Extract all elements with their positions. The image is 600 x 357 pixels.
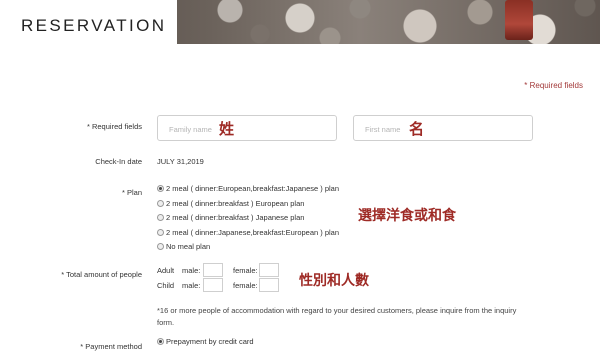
people-annotation: 性別和人數 xyxy=(299,273,369,289)
first-name-placeholder: First name xyxy=(365,125,401,134)
adult-label: Adult xyxy=(157,266,175,275)
radio-icon[interactable] xyxy=(157,243,164,250)
child-label: Child xyxy=(157,281,175,290)
plan-option-label: No meal plan xyxy=(166,242,211,251)
radio-icon[interactable] xyxy=(157,200,164,207)
plan-option[interactable]: 2 meal ( dinner:European,breakfast:Japan… xyxy=(157,184,339,193)
payment-option-label: Prepayment by credit card xyxy=(166,337,254,346)
radio-icon[interactable] xyxy=(157,185,164,192)
family-name-annotation: 姓 xyxy=(219,120,235,138)
adult-male-input[interactable] xyxy=(203,263,223,277)
child-female-input[interactable] xyxy=(259,278,279,292)
adult-female-label: female: xyxy=(233,266,258,275)
plan-option[interactable]: 2 meal ( dinner:Japanese,breakfast:Europ… xyxy=(157,228,339,237)
family-name-input[interactable]: Family name xyxy=(157,115,337,141)
checkin-label: Check-In date xyxy=(95,157,142,166)
plan-option-label: 2 meal ( dinner:Japanese,breakfast:Europ… xyxy=(166,228,340,237)
child-male-input[interactable] xyxy=(203,278,223,292)
plan-option-label: 2 meal ( dinner:breakfast ) European pla… xyxy=(166,199,305,208)
plan-option[interactable]: No meal plan xyxy=(157,242,210,251)
child-male-label: male: xyxy=(182,281,201,290)
required-fields-note: * Required fields xyxy=(524,81,583,90)
family-name-placeholder: Family name xyxy=(169,125,212,134)
title-box: RESERVATION xyxy=(0,0,177,44)
payment-option[interactable]: Prepayment by credit card xyxy=(157,337,254,346)
page-title: RESERVATION xyxy=(21,16,167,35)
child-female-label: female: xyxy=(233,281,258,290)
plan-option-label: 2 meal ( dinner:breakfast ) Japanese pla… xyxy=(166,213,305,222)
radio-icon[interactable] xyxy=(157,214,164,221)
radio-icon[interactable] xyxy=(157,338,164,345)
plan-annotation: 選擇洋食或和食 xyxy=(358,208,456,224)
adult-female-input[interactable] xyxy=(259,263,279,277)
plan-option[interactable]: 2 meal ( dinner:breakfast ) European pla… xyxy=(157,199,304,208)
adult-male-label: male: xyxy=(182,266,201,275)
people-label: * Total amount of people xyxy=(61,270,142,279)
plan-option[interactable]: 2 meal ( dinner:breakfast ) Japanese pla… xyxy=(157,213,304,222)
name-label: * Required fields xyxy=(86,122,142,131)
first-name-annotation: 名 xyxy=(409,120,425,138)
banner-figure xyxy=(505,0,533,40)
plan-option-label: 2 meal ( dinner:European,breakfast:Japan… xyxy=(166,184,340,193)
radio-icon[interactable] xyxy=(157,229,164,236)
first-name-input[interactable]: First name xyxy=(353,115,533,141)
plan-label: * Plan xyxy=(121,188,142,197)
people-note: *16 or more people of accommodation with… xyxy=(157,306,517,327)
payment-label: * Payment method xyxy=(80,342,142,351)
checkin-date-value: JULY 31,2019 xyxy=(157,157,204,166)
